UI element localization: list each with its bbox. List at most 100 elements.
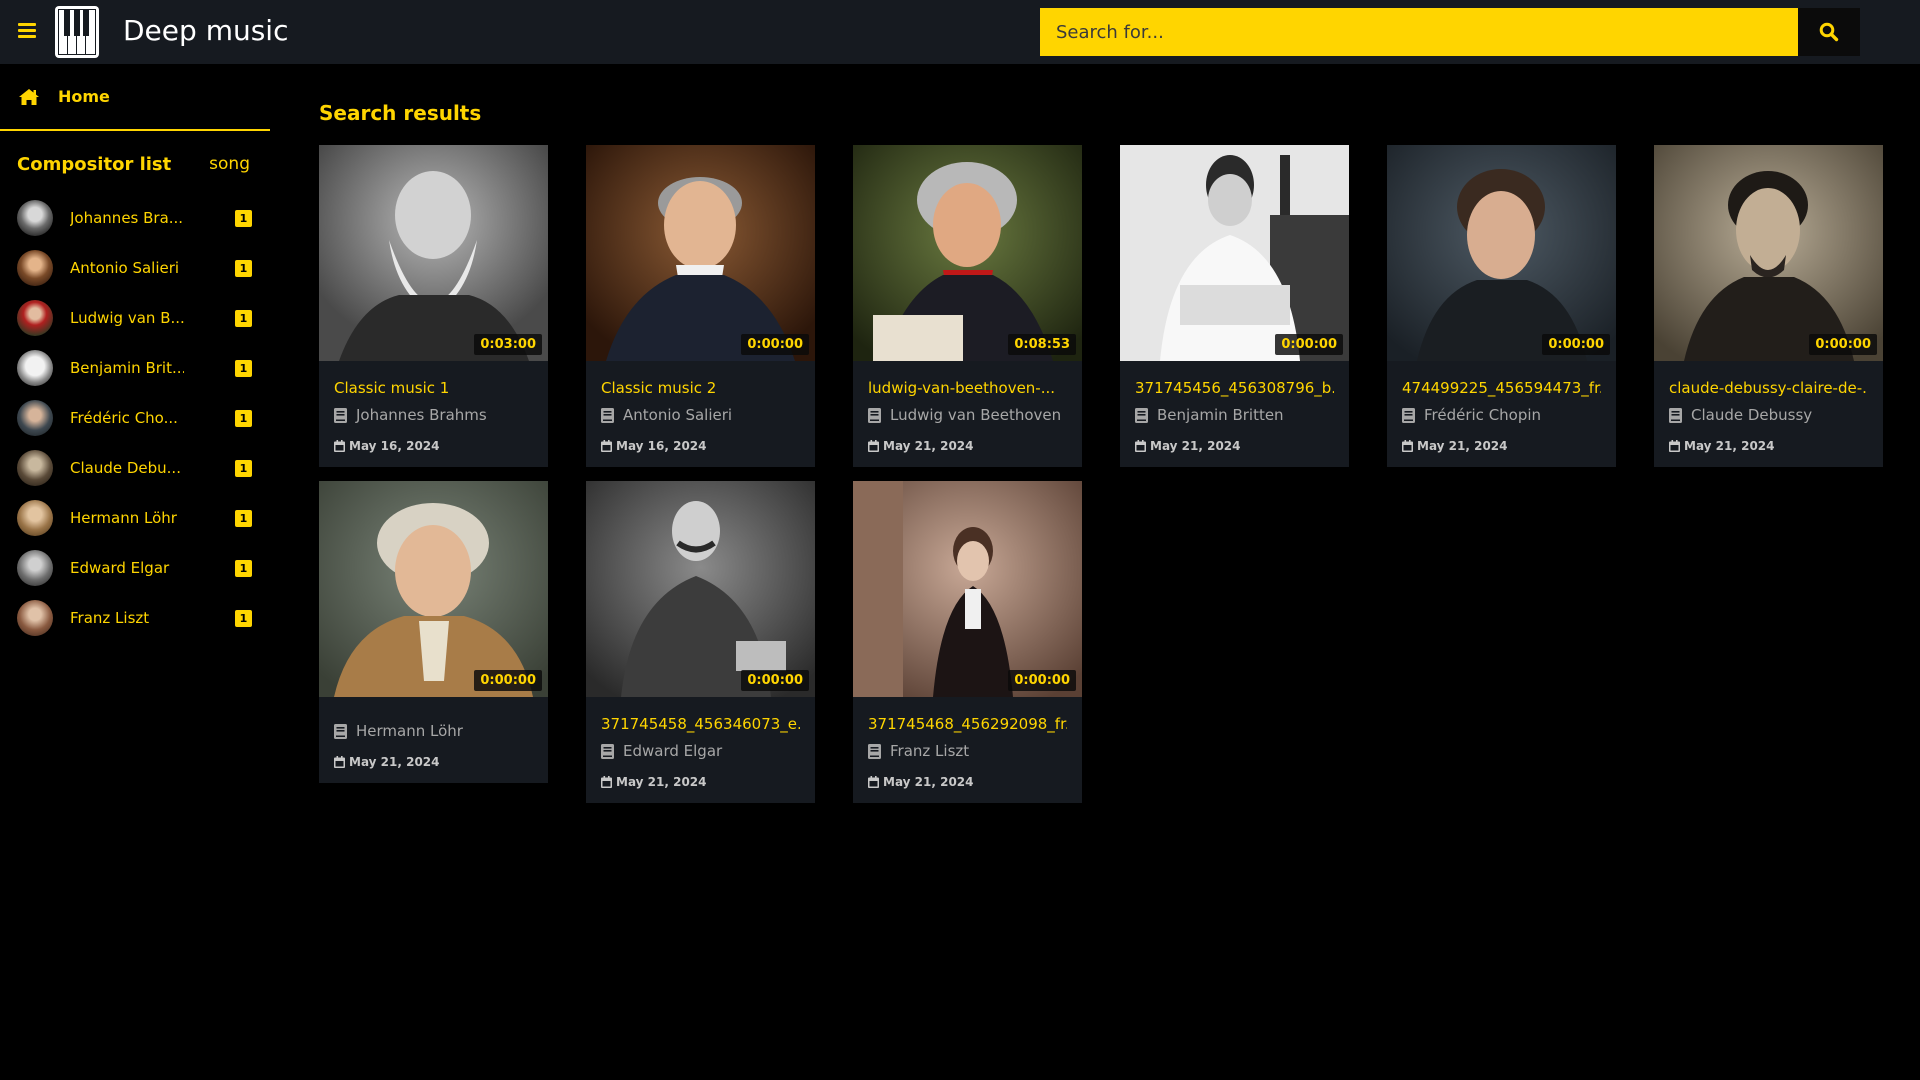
sidebar-item-home[interactable]: Home <box>0 64 270 131</box>
song-artist: Ludwig van Beethoven <box>868 405 1067 425</box>
song-thumbnail[interactable]: 0:00:00 <box>586 481 815 697</box>
song-date: May 21, 2024 <box>1402 439 1601 453</box>
duration-badge: 0:08:53 <box>1008 334 1076 355</box>
avatar <box>17 450 53 486</box>
song-card[interactable]: 0:00:00 371745468_456292098_fr... Franz … <box>853 481 1082 803</box>
home-label: Home <box>58 87 110 106</box>
sidebar-item-composer[interactable]: Benjamin Brit... 1 <box>0 343 270 393</box>
duration-badge: 0:00:00 <box>1542 334 1610 355</box>
song-count-badge: 1 <box>235 260 252 277</box>
song-count-badge: 1 <box>235 360 252 377</box>
song-thumbnail[interactable]: 0:00:00 <box>1654 145 1883 361</box>
song-title[interactable]: 371745468_456292098_fr... <box>868 715 1067 735</box>
song-thumbnail[interactable]: 0:03:00 <box>319 145 548 361</box>
date-text: May 21, 2024 <box>1417 439 1508 453</box>
hamburger-menu-icon[interactable] <box>18 23 36 39</box>
sidebar-item-composer[interactable]: Antonio Salieri 1 <box>0 243 270 293</box>
song-thumbnail[interactable]: 0:00:00 <box>1120 145 1349 361</box>
song-card[interactable]: 0:08:53 ludwig-van-beethoven-... Ludwig … <box>853 145 1082 467</box>
song-artist: Hermann Löhr <box>334 721 533 741</box>
sidebar-item-composer[interactable]: Johannes Bra... 1 <box>0 193 270 243</box>
calendar-icon <box>1135 440 1146 452</box>
book-icon <box>1402 407 1415 423</box>
calendar-icon <box>601 776 612 788</box>
song-title[interactable]: Classic music 1 <box>334 379 533 399</box>
duration-badge: 0:00:00 <box>741 334 809 355</box>
song-title[interactable]: Classic music 2 <box>601 379 800 399</box>
song-date: May 21, 2024 <box>1135 439 1334 453</box>
composer-name: Edward Elgar <box>70 559 170 577</box>
song-card[interactable]: 0:00:00 Hermann Löhr May 21, 2024 <box>319 481 548 783</box>
song-title[interactable]: ludwig-van-beethoven-... <box>868 379 1067 399</box>
song-title[interactable]: 371745456_456308796_b... <box>1135 379 1334 399</box>
avatar <box>17 600 53 636</box>
song-thumbnail[interactable]: 0:00:00 <box>853 481 1082 697</box>
composer-list-title: Compositor list <box>17 153 172 175</box>
sidebar-item-composer[interactable]: Edward Elgar 1 <box>0 543 270 593</box>
song-thumbnail[interactable]: 0:00:00 <box>586 145 815 361</box>
song-card[interactable]: 0:00:00 371745458_456346073_e... Edward … <box>586 481 815 803</box>
song-thumbnail[interactable]: 0:00:00 <box>1387 145 1616 361</box>
artist-name: Benjamin Britten <box>1157 406 1284 424</box>
date-text: May 16, 2024 <box>349 439 440 453</box>
duration-badge: 0:00:00 <box>1809 334 1877 355</box>
song-title[interactable]: claude-debussy-claire-de-... <box>1669 379 1868 399</box>
search-bar <box>1040 8 1860 56</box>
song-count-badge: 1 <box>235 510 252 527</box>
artist-name: Johannes Brahms <box>356 406 487 424</box>
duration-badge: 0:00:00 <box>741 670 809 691</box>
composer-name: Claude Debu... <box>70 459 181 477</box>
artist-name: Claude Debussy <box>1691 406 1813 424</box>
home-icon <box>19 88 39 105</box>
sidebar-item-composer[interactable]: Franz Liszt 1 <box>0 593 270 643</box>
song-artist: Benjamin Britten <box>1135 405 1334 425</box>
song-count-badge: 1 <box>235 560 252 577</box>
book-icon <box>334 407 347 423</box>
calendar-icon <box>868 776 879 788</box>
piano-logo-icon[interactable] <box>54 5 100 59</box>
artist-name: Antonio Salieri <box>623 406 733 424</box>
artist-name: Hermann Löhr <box>356 722 463 740</box>
song-title[interactable]: 474499225_456594473_fr... <box>1402 379 1601 399</box>
calendar-icon <box>1669 440 1680 452</box>
song-card[interactable]: 0:00:00 371745456_456308796_b... Benjami… <box>1120 145 1349 467</box>
book-icon <box>868 743 881 759</box>
song-thumbnail[interactable]: 0:08:53 <box>853 145 1082 361</box>
song-card[interactable]: 0:03:00 Classic music 1 Johannes Brahms … <box>319 145 548 467</box>
avatar <box>17 200 53 236</box>
song-count-badge: 1 <box>235 410 252 427</box>
calendar-icon <box>1402 440 1413 452</box>
song-count-badge: 1 <box>235 310 252 327</box>
app-title[interactable]: Deep music <box>123 14 288 47</box>
song-count-badge: 1 <box>235 210 252 227</box>
artist-name: Edward Elgar <box>623 742 723 760</box>
duration-badge: 0:00:00 <box>474 670 542 691</box>
song-thumbnail[interactable]: 0:00:00 <box>319 481 548 697</box>
song-artist: Franz Liszt <box>868 741 1067 761</box>
song-date: May 16, 2024 <box>601 439 800 453</box>
book-icon <box>601 407 614 423</box>
song-card[interactable]: 0:00:00 474499225_456594473_fr... Frédér… <box>1387 145 1616 467</box>
search-button[interactable] <box>1798 8 1860 56</box>
sidebar-item-composer[interactable]: Frédéric Cho... 1 <box>0 393 270 443</box>
search-icon <box>1819 22 1839 42</box>
song-card[interactable]: 0:00:00 Classic music 2 Antonio Salieri … <box>586 145 815 467</box>
song-date: May 21, 2024 <box>868 775 1067 789</box>
sidebar-item-composer[interactable]: Ludwig van B... 1 <box>0 293 270 343</box>
date-text: May 21, 2024 <box>883 775 974 789</box>
sidebar-item-composer[interactable]: Claude Debu... 1 <box>0 443 270 493</box>
date-text: May 16, 2024 <box>616 439 707 453</box>
book-icon <box>601 743 614 759</box>
song-count-badge: 1 <box>235 460 252 477</box>
composer-name: Johannes Bra... <box>70 209 184 227</box>
song-card[interactable]: 0:00:00 claude-debussy-claire-de-... Cla… <box>1654 145 1883 467</box>
search-input[interactable] <box>1040 8 1798 56</box>
song-date: May 21, 2024 <box>334 755 533 769</box>
book-icon <box>334 723 347 739</box>
avatar <box>17 250 53 286</box>
sidebar-item-composer[interactable]: Hermann Löhr 1 <box>0 493 270 543</box>
artist-name: Franz Liszt <box>890 742 970 760</box>
song-date: May 21, 2024 <box>868 439 1067 453</box>
song-title[interactable]: 371745458_456346073_e... <box>601 715 800 735</box>
avatar <box>17 300 53 336</box>
